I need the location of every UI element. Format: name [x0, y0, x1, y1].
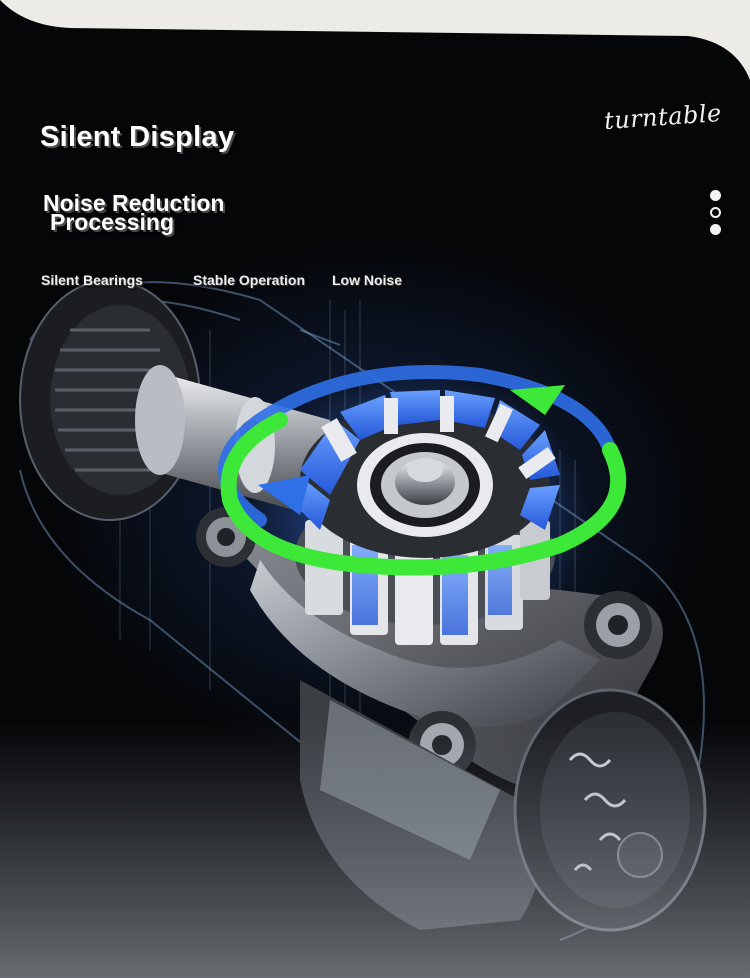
subtitle-line-2: Processing: [50, 209, 174, 235]
feature-stable-operation: Stable Operation: [193, 272, 306, 288]
pager-dot-1[interactable]: [710, 190, 721, 201]
pager-dot-2[interactable]: [710, 207, 721, 218]
pager-dots: [710, 190, 724, 241]
product-panel: Silent Display Noise Reduction Processin…: [0, 0, 750, 978]
feature-low-noise: Low Noise: [332, 272, 403, 288]
feature-silent-bearings: Silent Bearings: [41, 272, 143, 288]
pager-dot-3[interactable]: [710, 224, 721, 235]
page-title: Silent Display: [40, 121, 235, 153]
page-subtitle: Noise Reduction Processing: [43, 192, 303, 235]
